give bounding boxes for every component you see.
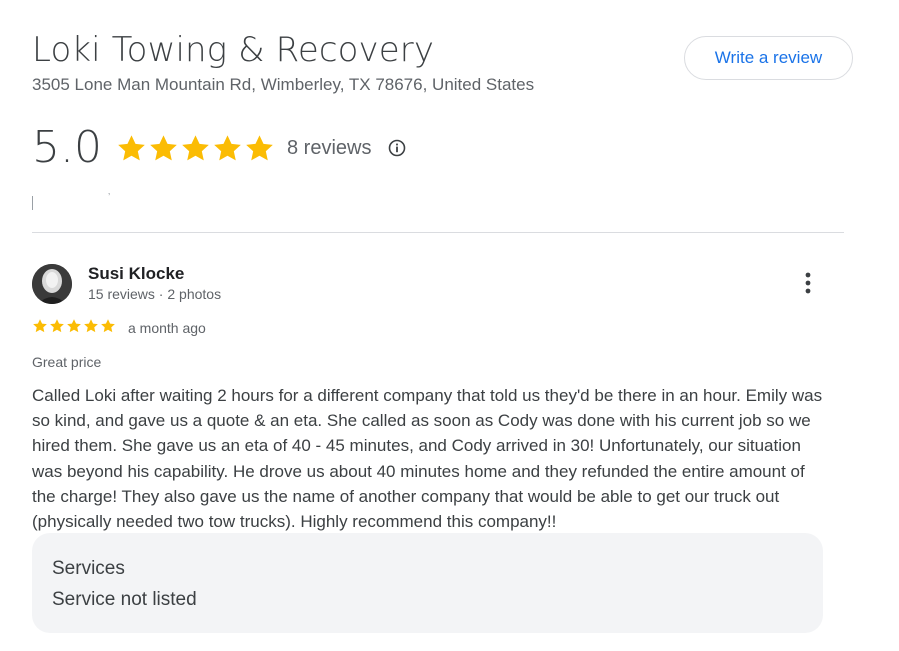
reviewer-avatar[interactable] bbox=[32, 264, 72, 304]
rating-summary: 5.0 8 reviews bbox=[32, 120, 407, 176]
services-value: Service not listed bbox=[52, 589, 197, 610]
services-label: Services bbox=[52, 558, 125, 579]
rating-score: 5.0 bbox=[32, 122, 102, 173]
star-icon bbox=[84, 319, 98, 333]
reviews-count[interactable]: 8 reviews bbox=[287, 137, 371, 160]
business-name: Loki Towing & Recovery bbox=[32, 30, 435, 70]
review-tag: Great price bbox=[32, 354, 102, 370]
services-box: Services Service not listed bbox=[32, 533, 823, 633]
star-icon bbox=[118, 134, 145, 160]
reviewer-name[interactable]: Susi Klocke bbox=[88, 264, 184, 284]
write-review-button[interactable]: Write a review bbox=[684, 36, 853, 80]
star-icon bbox=[246, 134, 273, 160]
star-icon bbox=[50, 319, 64, 333]
info-icon[interactable] bbox=[387, 138, 407, 158]
star-icon bbox=[182, 134, 209, 160]
star-icon bbox=[214, 134, 241, 160]
scroll-remnant bbox=[32, 196, 33, 210]
star-icon bbox=[150, 134, 177, 160]
reviewer-meta: 15 reviews · 2 photos bbox=[88, 286, 222, 302]
section-divider bbox=[32, 232, 844, 233]
star-icon bbox=[101, 319, 115, 333]
review-stars bbox=[32, 318, 116, 334]
star-icon bbox=[33, 319, 47, 333]
clipped-text-remnant: ’ bbox=[108, 192, 111, 203]
star-icon bbox=[67, 319, 81, 333]
business-address: 3505 Lone Man Mountain Rd, Wimberley, TX… bbox=[32, 75, 535, 94]
more-vert-icon[interactable] bbox=[796, 268, 820, 298]
review-text: Called Loki after waiting 2 hours for a … bbox=[32, 386, 823, 532]
review-time: a month ago bbox=[128, 320, 206, 336]
rating-stars bbox=[116, 133, 275, 164]
